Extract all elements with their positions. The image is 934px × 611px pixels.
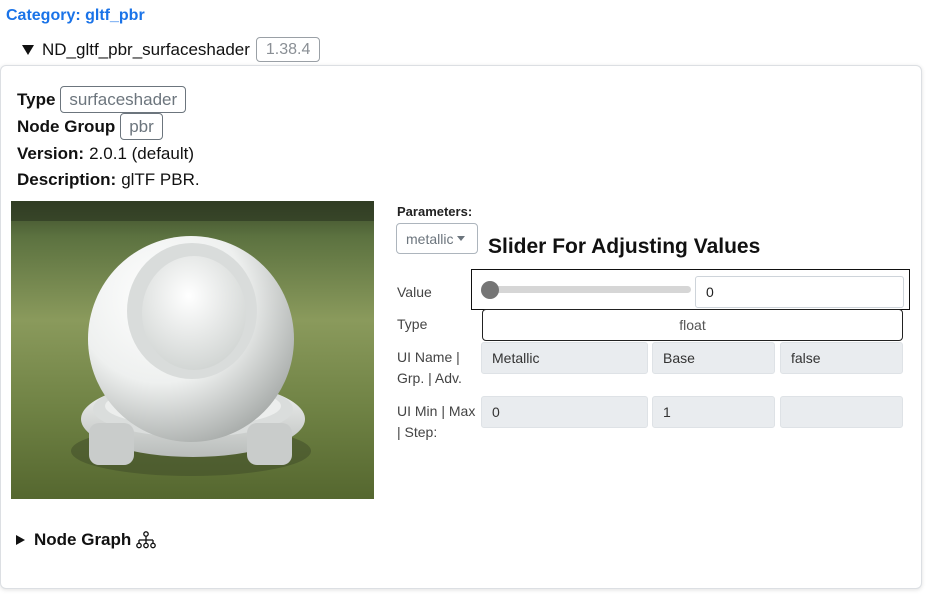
node-group-label: Node Group [17, 116, 116, 136]
category-title: Category: gltf_pbr [6, 7, 145, 24]
ui-step-field[interactable] [780, 396, 903, 428]
value-slider-thumb[interactable] [481, 281, 499, 299]
ui-group-field[interactable]: Base [652, 342, 775, 374]
type-label: Type [17, 89, 56, 109]
material-sphere-preview-icon [11, 201, 374, 499]
material-preview-image [11, 201, 374, 499]
node-version-badge: 1.38.4 [255, 37, 321, 62]
ui-name-label: UI Name | Grp. | Adv. [397, 347, 462, 389]
version-label: Version: [17, 144, 85, 163]
parameter-select-value: metallic [406, 230, 454, 247]
expand-triangle-icon [16, 535, 25, 545]
ui-min-label-line1: UI Min | Max [397, 403, 476, 419]
version-value: 2.0.1 (default) [89, 144, 194, 163]
parameters-label: Parameters: [397, 204, 473, 219]
ui-name-field[interactable]: Metallic [481, 342, 648, 374]
description-value: glTF PBR. [121, 170, 200, 189]
ui-max-field[interactable]: 1 [652, 396, 775, 428]
node-header[interactable]: ND_gltf_pbr_surfaceshader 1.38.4 [22, 37, 321, 62]
value-label: Value [397, 284, 432, 300]
node-name: ND_gltf_pbr_surfaceshader [42, 39, 250, 59]
slider-callout-label: Slider For Adjusting Values [488, 235, 761, 258]
type-row: Type surfaceshader [17, 86, 187, 113]
type-badge: surfaceshader [60, 86, 187, 113]
chevron-down-icon [457, 236, 466, 241]
node-graph-icon [136, 531, 157, 549]
ui-min-field[interactable]: 0 [481, 396, 648, 428]
node-graph-label: Node Graph [34, 530, 132, 549]
ui-min-label: UI Min | Max | Step: [397, 401, 475, 443]
node-group-row: Node Group pbr [17, 113, 163, 140]
node-group-badge: pbr [120, 113, 163, 140]
parameter-select[interactable]: metallic [396, 223, 478, 254]
ui-min-label-line2: | Step: [397, 424, 438, 440]
ui-name-label-line2: Grp. | Adv. [397, 370, 462, 386]
type-field[interactable]: float [482, 309, 903, 341]
ui-name-label-line1: UI Name | [397, 349, 460, 365]
description-label: Description: [17, 170, 117, 189]
value-slider-group: 0 [471, 269, 910, 310]
type-param-label: Type [397, 316, 428, 332]
value-input[interactable]: 0 [695, 276, 904, 308]
node-graph-toggle[interactable]: Node Graph [16, 530, 157, 550]
value-slider-track[interactable] [482, 286, 691, 293]
ui-advanced-field[interactable]: false [780, 342, 903, 374]
version-row: Version: 2.0.1 (default) [17, 144, 194, 164]
collapse-triangle-icon[interactable] [22, 44, 34, 55]
description-row: Description: glTF PBR. [17, 170, 200, 190]
